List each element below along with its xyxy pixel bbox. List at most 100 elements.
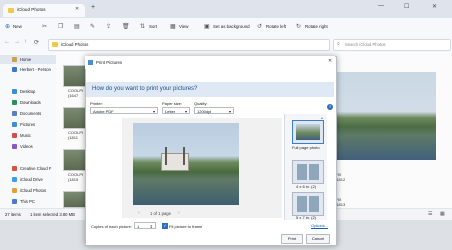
- chevron-down-icon: ▾: [152, 109, 155, 114]
- chevron-down-icon: ▾: [184, 109, 187, 114]
- paper-size-select[interactable]: Letter ▾: [162, 107, 190, 114]
- sidebar-item-icloud-photos[interactable]: iCloud Photos: [0, 186, 56, 195]
- sidebar-item-music[interactable]: Music: [0, 131, 56, 140]
- document-icon: [12, 111, 17, 116]
- cancel-button[interactable]: Cancel: [306, 234, 330, 244]
- sidebar-item-documents[interactable]: Documents: [0, 109, 56, 118]
- sidebar-item-icloud-drive[interactable]: iCloud Drive: [0, 175, 56, 184]
- set-background-button[interactable]: Set as background: [213, 24, 250, 29]
- close-tab-icon[interactable]: ✕: [75, 6, 79, 12]
- preview-pane-image: [336, 72, 436, 160]
- prev-page-icon[interactable]: ‹: [138, 210, 140, 216]
- home-icon: [12, 57, 17, 62]
- file-thumbnail[interactable]: [63, 107, 87, 129]
- cut-icon[interactable]: ✂: [42, 23, 47, 30]
- fit-to-frame-checkbox[interactable]: ✓: [162, 223, 168, 229]
- sort-button[interactable]: Sort: [149, 24, 157, 29]
- layout-full-page-photo[interactable]: [292, 120, 324, 144]
- view-button[interactable]: View: [179, 24, 188, 29]
- quality-value: 1200dpi: [197, 109, 212, 114]
- help-icon[interactable]: ?: [327, 104, 333, 110]
- folder-icon: [52, 42, 58, 47]
- sidebar-item-label: Creative Cloud F: [20, 166, 52, 171]
- delete-icon[interactable]: 🗑: [122, 23, 130, 30]
- close-window-icon[interactable]: ✕: [432, 3, 437, 10]
- sidebar-item-desktop[interactable]: Desktop: [0, 87, 56, 96]
- sidebar-item-label: Videos: [20, 144, 33, 149]
- share-icon[interactable]: ⇪: [106, 23, 111, 30]
- file-thumbnail[interactable]: [63, 65, 87, 87]
- sidebar-item-this-pc[interactable]: This PC: [0, 197, 56, 206]
- rotate-right-button[interactable]: Rotate right: [305, 24, 328, 29]
- sort-icon[interactable]: ⇅: [140, 23, 145, 30]
- file-thumbnail[interactable]: [63, 191, 87, 208]
- new-button[interactable]: New: [13, 24, 22, 29]
- photo-post: [183, 147, 185, 165]
- sidebar-item-downloads[interactable]: Downloads: [0, 98, 56, 107]
- details-view-icon[interactable]: ☰: [428, 211, 432, 217]
- dialog-close-icon[interactable]: ✕: [328, 58, 332, 64]
- fit-to-frame-label: Fit picture to frame: [169, 224, 203, 229]
- file-sublabel: (1647: [68, 93, 79, 98]
- back-icon[interactable]: ←: [4, 39, 10, 45]
- scroll-up-icon[interactable]: ▴: [321, 115, 323, 120]
- sidebar-item-videos[interactable]: Videos: [0, 142, 56, 151]
- layout-4x6[interactable]: [292, 160, 324, 184]
- paste-icon[interactable]: ▤: [74, 23, 80, 30]
- rotate-left-button[interactable]: Rotate left: [266, 24, 286, 29]
- folder-icon: [8, 8, 14, 13]
- maximize-icon[interactable]: ☐: [404, 3, 409, 10]
- sidebar-item-label: Desktop: [20, 89, 36, 94]
- thumbnail-view-icon[interactable]: ▦: [440, 211, 445, 217]
- forward-icon[interactable]: →: [14, 39, 20, 45]
- up-icon[interactable]: ↑: [24, 39, 27, 45]
- sidebar-item-home[interactable]: Home: [0, 55, 56, 64]
- sidebar-item-label: iCloud Photos: [20, 188, 47, 193]
- next-page-icon[interactable]: ›: [178, 210, 180, 216]
- tab-icloud-photos[interactable]: iCloud Photos ✕: [3, 4, 85, 17]
- video-icon: [12, 144, 17, 149]
- search-input[interactable]: ⌕ Search iCloud Photos: [333, 39, 451, 51]
- layout-label: 5 x 7 in. (2): [296, 215, 317, 220]
- spinner-arrows-icon: ⇕: [149, 224, 153, 229]
- copies-value: 1: [137, 224, 140, 229]
- sidebar-item-label: This PC: [20, 199, 35, 204]
- address-field[interactable]: iCloud Photos: [48, 39, 330, 51]
- new-tab-icon[interactable]: +: [91, 4, 95, 11]
- item-count: 27 items: [5, 212, 21, 217]
- search-placeholder: Search iCloud Photos: [345, 42, 386, 47]
- printer-select[interactable]: Adobe PDF ▾: [90, 107, 158, 114]
- layout-label: Full page photo: [292, 145, 320, 150]
- selection-info: 1 item selected 3.80 MB: [30, 212, 75, 217]
- paper-size-value: Letter: [165, 109, 176, 114]
- quality-label: Quality:: [194, 101, 208, 106]
- quality-select[interactable]: 1200dpi ▾: [194, 107, 234, 114]
- desktop-icon: [12, 89, 17, 94]
- new-icon[interactable]: ⊕: [5, 23, 10, 30]
- file-thumbnail[interactable]: [63, 149, 87, 171]
- copies-label: Copies of each picture:: [91, 224, 132, 229]
- rotate-right-icon[interactable]: ↻: [296, 23, 301, 30]
- rotate-left-icon[interactable]: ↺: [257, 23, 262, 30]
- sidebar-item-label: Pictures: [20, 122, 36, 127]
- layout-preview-image: [296, 124, 320, 140]
- creative-cloud-icon: [12, 166, 17, 171]
- layout-5x7[interactable]: [292, 192, 324, 216]
- download-icon: [12, 100, 17, 105]
- sidebar-item-label: Herbert - Person: [20, 67, 51, 72]
- options-link[interactable]: Options...: [311, 223, 328, 228]
- copy-icon[interactable]: ❐: [58, 23, 63, 30]
- minimize-icon[interactable]: —: [378, 3, 384, 9]
- print-button[interactable]: Print: [281, 234, 303, 244]
- file-sublabel: (1815: [68, 177, 79, 182]
- page-indicator: 1 of 1 page: [150, 211, 171, 216]
- refresh-icon[interactable]: ⟳: [34, 39, 39, 46]
- copies-spinner[interactable]: 1 ⇕: [134, 222, 156, 229]
- sidebar-item-label: Documents: [20, 111, 42, 116]
- sidebar-item-pictures[interactable]: Pictures: [0, 120, 56, 129]
- view-icon[interactable]: ▦: [170, 23, 176, 30]
- sidebar-item-onedrive[interactable]: Herbert - Person: [0, 65, 56, 74]
- sidebar-item-creative-cloud[interactable]: Creative Cloud F: [0, 164, 56, 173]
- background-icon[interactable]: ▣: [204, 23, 210, 30]
- rename-icon[interactable]: ✎: [90, 23, 95, 30]
